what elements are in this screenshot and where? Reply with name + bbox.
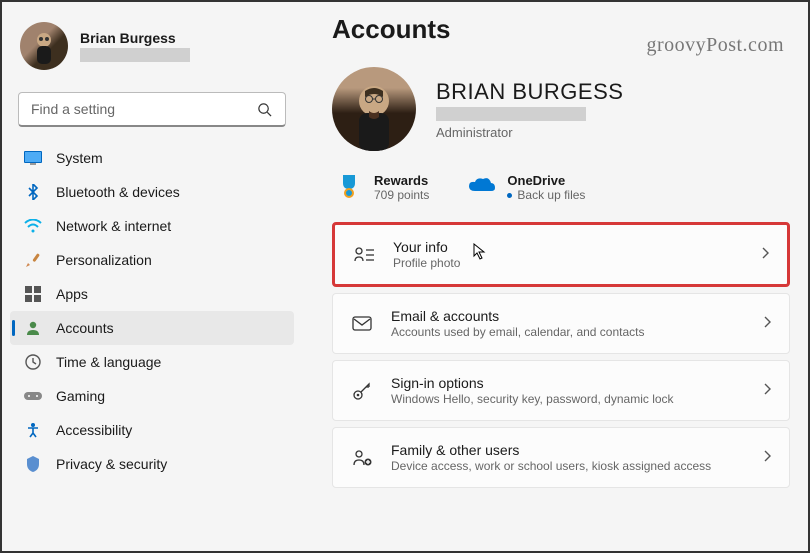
accessibility-icon (24, 421, 42, 439)
chevron-right-icon (761, 246, 769, 264)
bluetooth-icon (24, 183, 42, 201)
sidebar-item-label: Gaming (56, 388, 105, 404)
sidebar-item-label: Bluetooth & devices (56, 184, 180, 200)
setting-title: Email & accounts (391, 308, 745, 324)
account-header: BRIAN BURGESS Administrator (332, 67, 790, 151)
account-display-name: BRIAN BURGESS (436, 79, 623, 105)
setting-your-info[interactable]: Your info Profile photo (332, 222, 790, 287)
sidebar-item-time[interactable]: Time & language (10, 345, 294, 379)
settings-list: Your info Profile photo Email & accounts… (332, 222, 790, 488)
wifi-icon (24, 217, 42, 235)
sidebar-item-network[interactable]: Network & internet (10, 209, 294, 243)
search-input[interactable] (31, 101, 255, 117)
sidebar-item-accounts[interactable]: Accounts (10, 311, 294, 345)
search-box[interactable] (18, 92, 286, 127)
gaming-icon (24, 387, 42, 405)
status-onedrive[interactable]: OneDrive Back up files (469, 173, 585, 202)
cursor-icon (473, 243, 489, 259)
account-email-masked (436, 107, 586, 121)
user-name: Brian Burgess (80, 30, 190, 46)
search-icon (255, 100, 273, 118)
status-rewards[interactable]: Rewards 709 points (336, 173, 429, 202)
chevron-right-icon (763, 382, 771, 400)
setting-title: Your info (393, 239, 743, 255)
watermark: groovyPost.com (646, 34, 784, 57)
your-info-icon (353, 244, 375, 266)
key-icon (351, 380, 373, 402)
sidebar-item-apps[interactable]: Apps (10, 277, 294, 311)
setting-signin-options[interactable]: Sign-in options Windows Hello, security … (332, 360, 790, 421)
onedrive-sub: Back up files (507, 188, 585, 202)
user-header[interactable]: Brian Burgess (10, 14, 294, 86)
user-email-masked (80, 48, 190, 62)
accounts-icon (24, 319, 42, 337)
sidebar-item-label: Privacy & security (56, 456, 167, 472)
sidebar-item-label: Accounts (56, 320, 114, 336)
status-row: Rewards 709 points OneDrive Back up file… (336, 173, 790, 202)
setting-title: Sign-in options (391, 375, 745, 391)
main-content: Accounts BRIAN BURGESS Administrator Rew… (302, 2, 808, 551)
nav-list: System Bluetooth & devices Network & int… (10, 141, 294, 481)
system-icon (24, 149, 42, 167)
apps-icon (24, 285, 42, 303)
onedrive-icon (469, 173, 495, 199)
account-role: Administrator (436, 125, 623, 140)
setting-email-accounts[interactable]: Email & accounts Accounts used by email,… (332, 293, 790, 354)
rewards-icon (336, 173, 362, 199)
setting-sub: Accounts used by email, calendar, and co… (391, 325, 745, 339)
sidebar-item-label: System (56, 150, 103, 166)
setting-sub: Device access, work or school users, kio… (391, 459, 745, 473)
avatar-large (332, 67, 416, 151)
sidebar-item-privacy[interactable]: Privacy & security (10, 447, 294, 481)
setting-sub: Windows Hello, security key, password, d… (391, 392, 745, 406)
chevron-right-icon (763, 315, 771, 333)
rewards-sub: 709 points (374, 188, 429, 202)
personalization-icon (24, 251, 42, 269)
sidebar-item-label: Time & language (56, 354, 161, 370)
family-icon (351, 447, 373, 469)
time-icon (24, 353, 42, 371)
sidebar-item-personalization[interactable]: Personalization (10, 243, 294, 277)
setting-sub: Profile photo (393, 256, 743, 270)
sidebar-item-label: Network & internet (56, 218, 171, 234)
onedrive-title: OneDrive (507, 173, 585, 188)
sidebar-item-accessibility[interactable]: Accessibility (10, 413, 294, 447)
setting-family-users[interactable]: Family & other users Device access, work… (332, 427, 790, 488)
chevron-right-icon (763, 449, 771, 467)
sidebar-item-label: Apps (56, 286, 88, 302)
avatar-small (20, 22, 68, 70)
sidebar-item-system[interactable]: System (10, 141, 294, 175)
sidebar-item-label: Personalization (56, 252, 152, 268)
sidebar: Brian Burgess System Bluetooth & devices… (2, 2, 302, 551)
privacy-icon (24, 455, 42, 473)
email-icon (351, 313, 373, 335)
sidebar-item-gaming[interactable]: Gaming (10, 379, 294, 413)
sidebar-item-bluetooth[interactable]: Bluetooth & devices (10, 175, 294, 209)
setting-title: Family & other users (391, 442, 745, 458)
sidebar-item-label: Accessibility (56, 422, 132, 438)
rewards-title: Rewards (374, 173, 429, 188)
